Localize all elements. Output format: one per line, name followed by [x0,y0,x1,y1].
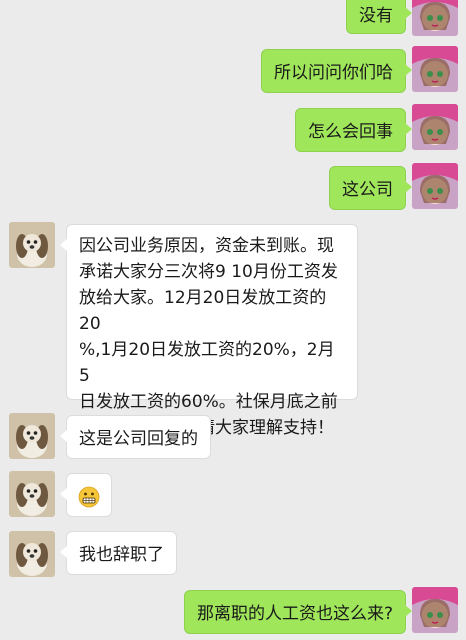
message-line: 放给大家。12月20日发放工资的20 [79,288,327,334]
contact-avatar[interactable] [9,413,55,459]
message-text: 这公司 [342,180,393,200]
self-avatar[interactable] [412,587,458,633]
message-bubble-contact[interactable] [60,473,112,517]
self-avatar[interactable] [412,0,458,36]
self-avatar[interactable] [412,163,458,209]
message-text: 没有 [359,6,393,26]
message-bubble-self[interactable]: 怎么会回事 [295,108,412,152]
message-line: 因公司业务原因，资金未到账。现 [79,236,334,256]
message-text: 我也辞职了 [79,545,164,565]
message-line: 承诺大家分三次将9 10月份工资发 [79,262,338,282]
message-text: 怎么会回事 [308,122,393,142]
self-avatar[interactable] [412,46,458,92]
message-line: 日发放工资的60%。社保月底之前 [79,392,338,412]
message-line: %,1月20日发放工资的20%，2月5 [79,340,335,386]
contact-avatar[interactable] [9,222,55,268]
message-bubble-contact[interactable]: 这是公司回复的 [60,415,211,459]
message-text: 所以问问你们哈 [274,63,393,83]
grimacing-face-emoji-icon [78,486,100,508]
message-text: 这是公司回复的 [79,429,198,449]
contact-avatar[interactable] [9,531,55,577]
message-text: 那离职的人工资也这么来? [196,604,393,624]
message-bubble-self[interactable]: 这公司 [329,166,412,210]
message-bubble-self[interactable]: 所以问问你们哈 [261,49,412,93]
contact-avatar[interactable] [9,471,55,517]
message-bubble-self[interactable]: 没有 [346,0,412,34]
chat-window: 没有 所以问问你们哈 怎么会回事 这公司 因公司业务原因，资金未到账。现 承诺大… [0,0,466,640]
self-avatar[interactable] [412,104,458,150]
message-bubble-contact[interactable]: 因公司业务原因，资金未到账。现 承诺大家分三次将9 10月份工资发 放给大家。1… [60,224,358,438]
message-bubble-contact[interactable]: 我也辞职了 [60,531,177,575]
message-bubble-self[interactable]: 那离职的人工资也这么来? [183,590,413,634]
